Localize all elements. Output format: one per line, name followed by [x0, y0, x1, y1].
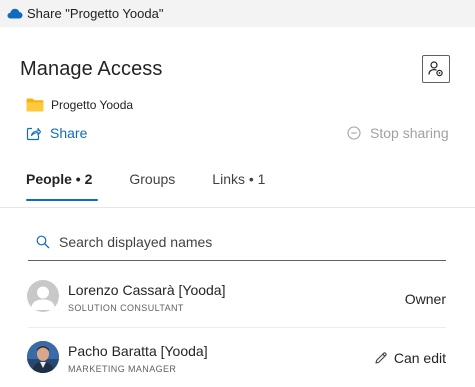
folder-icon [26, 98, 44, 112]
photo-avatar [27, 341, 59, 373]
person-name: Pacho Baratta [Yooda] [68, 343, 208, 359]
permission-label: Owner [405, 291, 446, 307]
search-box [28, 223, 446, 261]
person-row[interactable]: Pacho Baratta [Yooda] MARKETING MANAGER … [0, 331, 475, 387]
search-input[interactable] [59, 233, 419, 250]
pencil-icon [375, 352, 387, 364]
search-icon [36, 235, 50, 248]
stop-sharing-label: Stop sharing [370, 125, 449, 141]
default-avatar-icon [27, 280, 59, 312]
person-role: MARKETING MANAGER [68, 364, 177, 374]
tabs-divider [0, 207, 475, 208]
share-icon [26, 127, 41, 140]
permission-dropdown[interactable]: Can edit [374, 350, 446, 366]
folder-name: Progetto Yooda [51, 98, 134, 112]
person-row[interactable]: Lorenzo Cassarà [Yooda] SOLUTION CONSULT… [0, 270, 475, 326]
onedrive-cloud-icon [7, 8, 23, 19]
tab-groups[interactable]: Groups [123, 171, 181, 187]
page-title: Manage Access [20, 58, 163, 80]
person-role: SOLUTION CONSULTANT [68, 303, 184, 313]
person-name: Lorenzo Cassarà [Yooda] [68, 282, 226, 298]
access-tabs: People • 2 Groups Links • 1 [20, 171, 296, 201]
stop-circle-icon [347, 126, 361, 140]
permission-text: Can edit [393, 350, 446, 366]
title-bar: Share "Progetto Yooda" [0, 0, 475, 27]
row-divider [28, 327, 446, 328]
window-title: Share "Progetto Yooda" [27, 6, 164, 21]
sharing-settings-button[interactable] [422, 55, 450, 83]
stop-sharing-button[interactable]: Stop sharing [347, 125, 449, 141]
tab-links[interactable]: Links • 1 [206, 171, 271, 187]
folder-item: Progetto Yooda [26, 98, 133, 112]
tab-people[interactable]: People • 2 [20, 171, 99, 201]
share-button[interactable]: Share [26, 125, 87, 141]
share-label: Share [50, 125, 88, 141]
people-settings-icon [428, 61, 443, 77]
permission-text: Owner [404, 291, 446, 307]
